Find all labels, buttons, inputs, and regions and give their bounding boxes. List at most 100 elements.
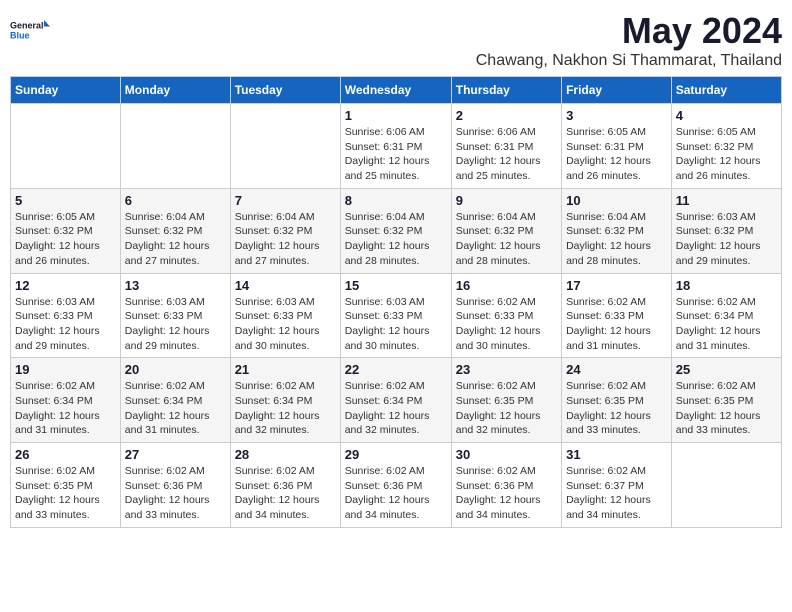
day-info: Sunrise: 6:02 AMSunset: 6:34 PMDaylight:… [345,379,447,438]
calendar-cell: 29 Sunrise: 6:02 AMSunset: 6:36 PMDayligh… [340,443,451,528]
calendar-cell [230,104,340,189]
day-number: 28 [235,447,336,462]
weekday-header: Wednesday [340,77,451,104]
day-number: 31 [566,447,667,462]
title-block: May 2024 Chawang, Nakhon Si Thammarat, T… [476,10,782,70]
calendar-cell: 15 Sunrise: 6:03 AMSunset: 6:33 PMDayligh… [340,273,451,358]
day-number: 9 [456,193,557,208]
calendar-cell: 5 Sunrise: 6:05 AMSunset: 6:32 PMDaylight… [11,188,121,273]
calendar-cell: 28 Sunrise: 6:02 AMSunset: 6:36 PMDayligh… [230,443,340,528]
day-number: 30 [456,447,557,462]
day-info: Sunrise: 6:02 AMSunset: 6:34 PMDaylight:… [15,379,116,438]
svg-text:General: General [10,21,44,31]
day-number: 2 [456,108,557,123]
calendar-cell: 22 Sunrise: 6:02 AMSunset: 6:34 PMDayligh… [340,358,451,443]
day-info: Sunrise: 6:04 AMSunset: 6:32 PMDaylight:… [125,210,226,269]
calendar-cell: 24Sunrise: 6:02 AMSunset: 6:35 PMDayligh… [562,358,672,443]
day-number: 8 [345,193,447,208]
day-info: Sunrise: 6:02 AMSunset: 6:35 PMDaylight:… [676,379,777,438]
calendar-cell: 2 Sunrise: 6:06 AMSunset: 6:31 PMDaylight… [451,104,561,189]
calendar-week-row: 1Sunrise: 6:06 AMSunset: 6:31 PMDaylight… [11,104,782,189]
day-number: 22 [345,362,447,377]
day-info: Sunrise: 6:03 AMSunset: 6:33 PMDaylight:… [15,295,116,354]
calendar-table: SundayMondayTuesdayWednesdayThursdayFrid… [10,76,782,528]
day-number: 7 [235,193,336,208]
calendar-cell: 7 Sunrise: 6:04 AMSunset: 6:32 PMDaylight… [230,188,340,273]
day-number: 29 [345,447,447,462]
day-info: Sunrise: 6:04 AMSunset: 6:32 PMDaylight:… [456,210,557,269]
day-info: Sunrise: 6:02 AMSunset: 6:36 PMDaylight:… [235,464,336,523]
weekday-header: Thursday [451,77,561,104]
calendar-cell: 8 Sunrise: 6:04 AMSunset: 6:32 PMDaylight… [340,188,451,273]
day-number: 26 [15,447,116,462]
day-info: Sunrise: 6:06 AMSunset: 6:31 PMDaylight:… [456,125,557,184]
page-header: General Blue May 2024 Chawang, Nakhon Si… [10,10,782,70]
calendar-cell [11,104,121,189]
day-number: 16 [456,278,557,293]
day-info: Sunrise: 6:02 AMSunset: 6:34 PMDaylight:… [235,379,336,438]
calendar-cell: 9 Sunrise: 6:04 AMSunset: 6:32 PMDaylight… [451,188,561,273]
day-number: 5 [15,193,116,208]
calendar-cell [671,443,781,528]
calendar-cell: 3Sunrise: 6:05 AMSunset: 6:31 PMDaylight… [562,104,672,189]
day-number: 27 [125,447,226,462]
day-number: 18 [676,278,777,293]
day-number: 12 [15,278,116,293]
calendar-cell: 27 Sunrise: 6:02 AMSunset: 6:36 PMDayligh… [120,443,230,528]
day-number: 23 [456,362,557,377]
day-info: Sunrise: 6:03 AMSunset: 6:32 PMDaylight:… [676,210,777,269]
calendar-cell: 13Sunrise: 6:03 AMSunset: 6:33 PMDayligh… [120,273,230,358]
day-number: 6 [125,193,226,208]
calendar-cell: 6 Sunrise: 6:04 AMSunset: 6:32 PMDaylight… [120,188,230,273]
day-number: 11 [676,193,777,208]
calendar-cell: 4 Sunrise: 6:05 AMSunset: 6:32 PMDaylight… [671,104,781,189]
day-info: Sunrise: 6:02 AMSunset: 6:36 PMDaylight:… [125,464,226,523]
day-info: Sunrise: 6:02 AMSunset: 6:34 PMDaylight:… [676,295,777,354]
calendar-week-row: 5 Sunrise: 6:05 AMSunset: 6:32 PMDaylight… [11,188,782,273]
calendar-cell: 23Sunrise: 6:02 AMSunset: 6:35 PMDayligh… [451,358,561,443]
day-info: Sunrise: 6:05 AMSunset: 6:32 PMDaylight:… [15,210,116,269]
calendar-cell: 19 Sunrise: 6:02 AMSunset: 6:34 PMDayligh… [11,358,121,443]
weekday-header: Monday [120,77,230,104]
day-info: Sunrise: 6:03 AMSunset: 6:33 PMDaylight:… [235,295,336,354]
day-info: Sunrise: 6:02 AMSunset: 6:36 PMDaylight:… [456,464,557,523]
calendar-cell: 12 Sunrise: 6:03 AMSunset: 6:33 PMDayligh… [11,273,121,358]
weekday-header: Saturday [671,77,781,104]
day-info: Sunrise: 6:03 AMSunset: 6:33 PMDaylight:… [345,295,447,354]
day-info: Sunrise: 6:02 AMSunset: 6:33 PMDaylight:… [566,295,667,354]
calendar-week-row: 12 Sunrise: 6:03 AMSunset: 6:33 PMDayligh… [11,273,782,358]
day-info: Sunrise: 6:02 AMSunset: 6:34 PMDaylight:… [125,379,226,438]
day-number: 10 [566,193,667,208]
day-info: Sunrise: 6:05 AMSunset: 6:32 PMDaylight:… [676,125,777,184]
logo-svg: General Blue [10,10,50,50]
day-info: Sunrise: 6:04 AMSunset: 6:32 PMDaylight:… [235,210,336,269]
day-info: Sunrise: 6:02 AMSunset: 6:36 PMDaylight:… [345,464,447,523]
calendar-cell: 20 Sunrise: 6:02 AMSunset: 6:34 PMDayligh… [120,358,230,443]
calendar-cell: 16 Sunrise: 6:02 AMSunset: 6:33 PMDayligh… [451,273,561,358]
day-number: 15 [345,278,447,293]
day-number: 14 [235,278,336,293]
day-info: Sunrise: 6:04 AMSunset: 6:32 PMDaylight:… [566,210,667,269]
calendar-cell: 26 Sunrise: 6:02 AMSunset: 6:35 PMDayligh… [11,443,121,528]
day-number: 24 [566,362,667,377]
logo: General Blue [10,10,50,50]
month-title: May 2024 [476,10,782,52]
calendar-week-row: 26 Sunrise: 6:02 AMSunset: 6:35 PMDayligh… [11,443,782,528]
calendar-cell: 18 Sunrise: 6:02 AMSunset: 6:34 PMDayligh… [671,273,781,358]
day-info: Sunrise: 6:02 AMSunset: 6:35 PMDaylight:… [15,464,116,523]
day-number: 3 [566,108,667,123]
calendar-cell: 11 Sunrise: 6:03 AMSunset: 6:32 PMDayligh… [671,188,781,273]
day-number: 13 [125,278,226,293]
weekday-header: Friday [562,77,672,104]
day-info: Sunrise: 6:02 AMSunset: 6:37 PMDaylight:… [566,464,667,523]
day-number: 19 [15,362,116,377]
calendar-cell: 25 Sunrise: 6:02 AMSunset: 6:35 PMDayligh… [671,358,781,443]
day-number: 20 [125,362,226,377]
day-number: 25 [676,362,777,377]
day-info: Sunrise: 6:04 AMSunset: 6:32 PMDaylight:… [345,210,447,269]
weekday-header: Tuesday [230,77,340,104]
day-number: 4 [676,108,777,123]
day-number: 21 [235,362,336,377]
day-info: Sunrise: 6:02 AMSunset: 6:33 PMDaylight:… [456,295,557,354]
calendar-cell: 21 Sunrise: 6:02 AMSunset: 6:34 PMDayligh… [230,358,340,443]
